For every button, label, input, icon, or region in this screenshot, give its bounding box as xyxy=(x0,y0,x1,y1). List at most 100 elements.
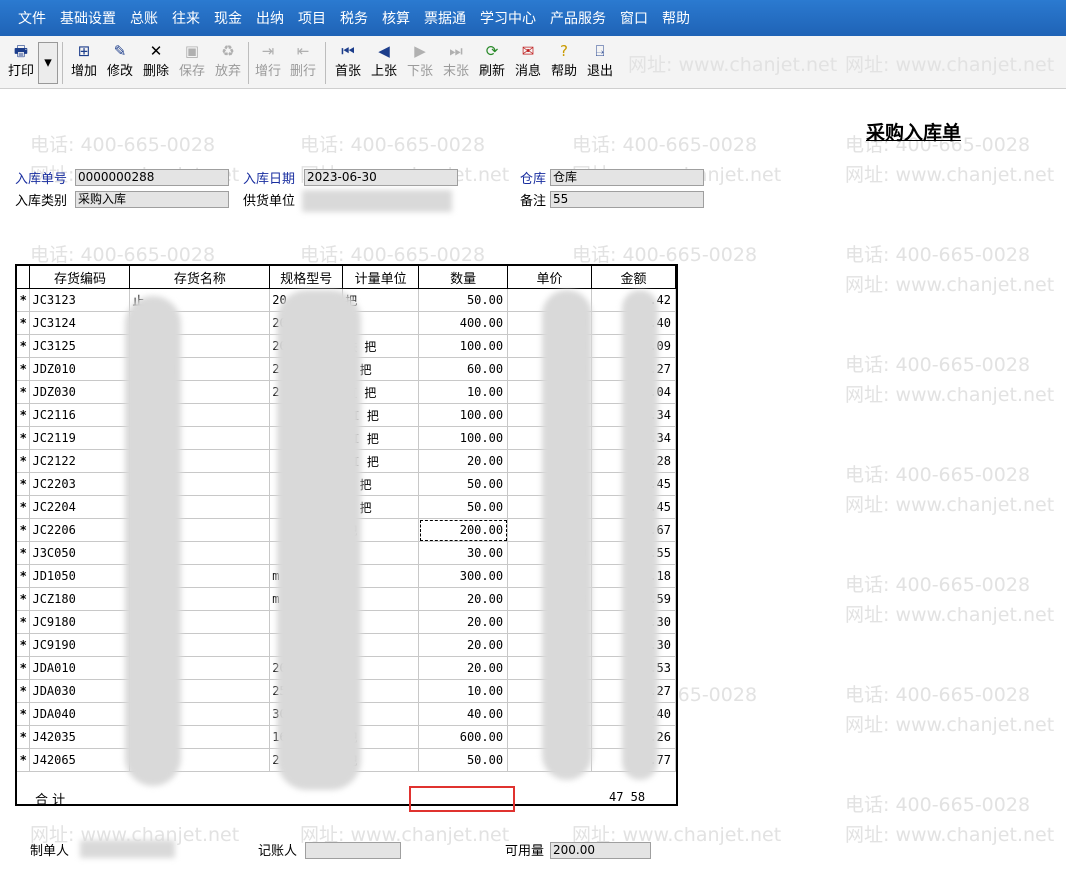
row-marker[interactable]: * xyxy=(17,449,31,473)
cell-code[interactable]: JC2204 xyxy=(29,495,131,519)
col-header-unit[interactable]: 计量单位 xyxy=(342,266,420,289)
row-marker[interactable]: * xyxy=(17,541,31,565)
cell-qty[interactable]: 50.00 xyxy=(418,472,509,496)
cell-code[interactable]: JDZ030 xyxy=(29,380,131,404)
last-record-button[interactable]: ⏭ 末张 xyxy=(439,42,473,84)
menu-help[interactable]: 帮助 xyxy=(662,8,690,28)
cell-qty[interactable]: 100.00 xyxy=(418,403,509,427)
row-marker[interactable]: * xyxy=(17,518,31,542)
row-marker[interactable]: * xyxy=(17,633,31,657)
cell-qty[interactable]: 200.00 xyxy=(418,518,509,542)
row-marker[interactable]: * xyxy=(17,357,31,381)
cell-qty[interactable]: 300.00 xyxy=(418,564,509,588)
row-marker[interactable]: * xyxy=(17,725,31,749)
cell-qty[interactable]: 20.00 xyxy=(418,449,509,473)
print-dropdown-button[interactable]: ▾ xyxy=(38,42,58,84)
row-marker[interactable]: * xyxy=(17,403,31,427)
cell-qty[interactable]: 50.00 xyxy=(418,748,509,772)
row-marker[interactable]: * xyxy=(17,679,31,703)
cell-code[interactable]: JC3123 xyxy=(29,288,131,312)
cell-qty[interactable]: 10.00 xyxy=(418,380,509,404)
first-record-button[interactable]: ⏮ 首张 xyxy=(331,42,365,84)
row-marker[interactable]: * xyxy=(17,380,31,404)
cell-qty[interactable]: 100.00 xyxy=(418,334,509,358)
previous-record-button[interactable]: ◀ 上张 xyxy=(367,42,401,84)
cell-qty[interactable]: 20.00 xyxy=(418,633,509,657)
row-marker[interactable]: * xyxy=(17,748,31,772)
menu-cashier[interactable]: 出纳 xyxy=(256,8,284,28)
cell-code[interactable]: JC2203 xyxy=(29,472,131,496)
cell-code[interactable]: J42065 xyxy=(29,748,131,772)
row-marker[interactable]: * xyxy=(17,587,31,611)
col-header-name[interactable]: 存货名称 xyxy=(129,266,271,289)
cell-qty[interactable]: 400.00 xyxy=(418,311,509,335)
next-record-button[interactable]: ▶ 下张 xyxy=(403,42,437,84)
cell-code[interactable]: JC2206 xyxy=(29,518,131,542)
menu-accounts[interactable]: 往来 xyxy=(172,8,200,28)
col-header-qty[interactable]: 数量 xyxy=(418,266,509,289)
cell-qty[interactable]: 50.00 xyxy=(418,495,509,519)
supplier-field-blurred[interactable] xyxy=(302,190,452,212)
print-button[interactable]: 🖶 打印 xyxy=(4,42,38,84)
row-marker[interactable]: * xyxy=(17,472,31,496)
row-marker[interactable]: * xyxy=(17,656,31,680)
cell-qty[interactable]: 20.00 xyxy=(418,610,509,634)
cell-code[interactable]: JC2122 xyxy=(29,449,131,473)
cell-code[interactable]: JC9190 xyxy=(29,633,131,657)
menu-accounting[interactable]: 核算 xyxy=(382,8,410,28)
add-row-button[interactable]: ⇥ 增行 xyxy=(251,42,285,84)
exit-button[interactable]: ⍈ 退出 xyxy=(583,42,617,84)
cell-qty[interactable]: 10.00 xyxy=(418,679,509,703)
add-button[interactable]: ⊞ 增加 xyxy=(67,42,101,84)
menu-file[interactable]: 文件 xyxy=(18,8,46,28)
menu-basic-settings[interactable]: 基础设置 xyxy=(60,8,116,28)
cell-code[interactable]: JDA010 xyxy=(29,656,131,680)
cell-qty[interactable]: 30.00 xyxy=(418,541,509,565)
col-header-spec[interactable]: 规格型号 xyxy=(269,266,344,289)
cell-code[interactable]: JDZ010 xyxy=(29,357,131,381)
cell-qty[interactable]: 60.00 xyxy=(418,357,509,381)
cell-code[interactable]: JDA040 xyxy=(29,702,131,726)
cell-code[interactable]: JC9180 xyxy=(29,610,131,634)
row-marker[interactable]: * xyxy=(17,495,31,519)
menu-window[interactable]: 窗口 xyxy=(620,8,648,28)
row-marker[interactable]: * xyxy=(17,311,31,335)
cell-code[interactable]: JCZ180 xyxy=(29,587,131,611)
row-marker[interactable]: * xyxy=(17,702,31,726)
row-marker[interactable]: * xyxy=(17,334,31,358)
cell-code[interactable]: JC3124 xyxy=(29,311,131,335)
cell-qty[interactable]: 40.00 xyxy=(418,702,509,726)
col-header-amount[interactable]: 金额 xyxy=(591,266,676,289)
menu-project[interactable]: 项目 xyxy=(298,8,326,28)
save-button[interactable]: ▣ 保存 xyxy=(175,42,209,84)
remark-field[interactable]: 55 xyxy=(550,191,704,208)
cell-qty[interactable]: 100.00 xyxy=(418,426,509,450)
menu-products[interactable]: 产品服务 xyxy=(550,8,606,28)
cell-code[interactable]: J42035 xyxy=(29,725,131,749)
row-marker[interactable]: * xyxy=(17,288,31,312)
menu-learning[interactable]: 学习中心 xyxy=(480,8,536,28)
cell-code[interactable]: JC2116 xyxy=(29,403,131,427)
receipt-no-field[interactable]: 0000000288 xyxy=(75,169,229,186)
warehouse-field[interactable]: 仓库 xyxy=(550,169,704,186)
cell-qty[interactable]: 600.00 xyxy=(418,725,509,749)
col-header-price[interactable]: 单价 xyxy=(507,266,592,289)
row-marker[interactable]: * xyxy=(17,564,31,588)
delete-row-button[interactable]: ⇤ 删行 xyxy=(286,42,320,84)
delete-button[interactable]: ✕ 删除 xyxy=(139,42,173,84)
discard-button[interactable]: ♻ 放弃 xyxy=(211,42,245,84)
row-marker[interactable]: * xyxy=(17,610,31,634)
cell-qty[interactable]: 20.00 xyxy=(418,587,509,611)
cell-code[interactable]: JD1050 xyxy=(29,564,131,588)
menu-cash[interactable]: 现金 xyxy=(214,8,242,28)
menu-general-ledger[interactable]: 总账 xyxy=(130,8,158,28)
message-button[interactable]: ✉ 消息 xyxy=(511,42,545,84)
col-header-code[interactable]: 存货编码 xyxy=(29,266,131,289)
receipt-date-field[interactable]: 2023-06-30 xyxy=(304,169,458,186)
menu-bills[interactable]: 票据通 xyxy=(424,8,466,28)
cell-qty[interactable]: 50.00 xyxy=(418,288,509,312)
cell-code[interactable]: JC2119 xyxy=(29,426,131,450)
refresh-button[interactable]: ⟳ 刷新 xyxy=(475,42,509,84)
cell-code[interactable]: J3C050 xyxy=(29,541,131,565)
help-button[interactable]: ? 帮助 xyxy=(547,42,581,84)
